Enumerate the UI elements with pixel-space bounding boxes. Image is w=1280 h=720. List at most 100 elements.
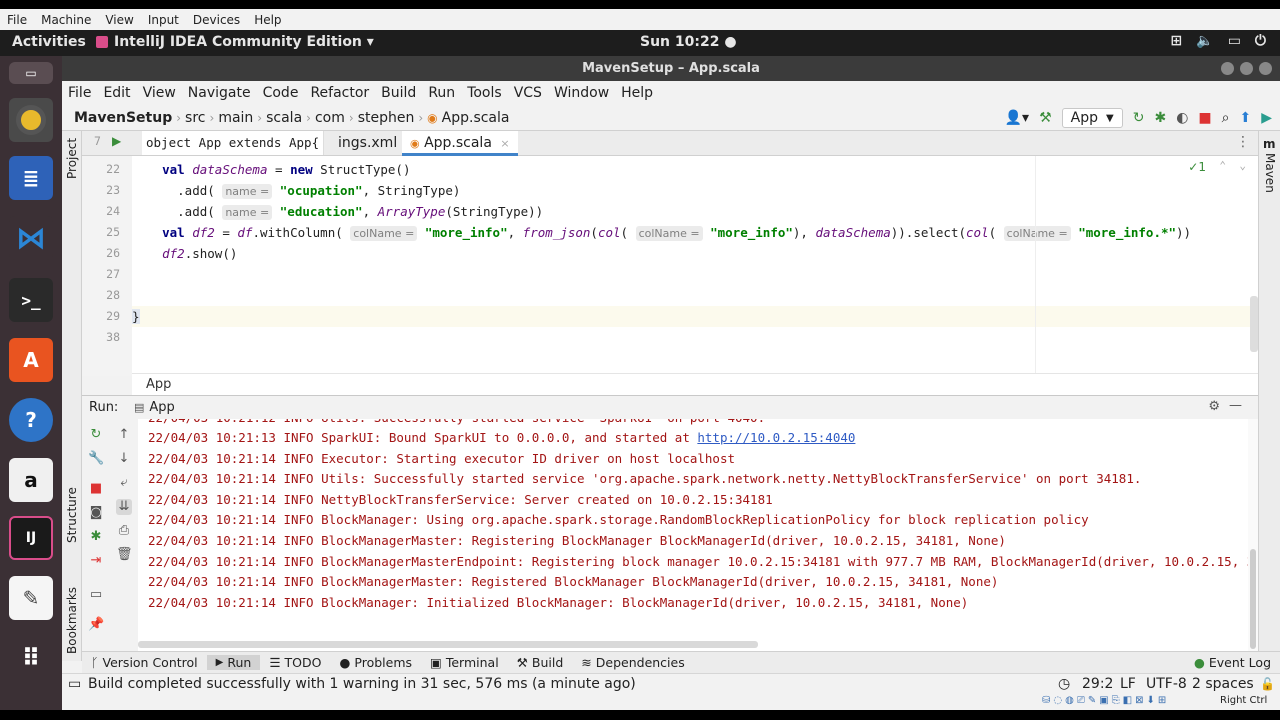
menu-file[interactable]: File	[62, 85, 97, 101]
stop-icon[interactable]: ■	[1198, 110, 1211, 126]
build-hammer-icon[interactable]: ⚒	[1039, 110, 1052, 126]
wrench-icon[interactable]: 🔧	[88, 451, 104, 467]
dock-top-icon[interactable]: ▭	[9, 62, 53, 84]
rerun-icon[interactable]: ↻	[1133, 110, 1145, 126]
minimize-icon[interactable]	[1221, 62, 1234, 75]
maximize-icon[interactable]	[1240, 62, 1253, 75]
camera-icon[interactable]: ◙	[88, 505, 104, 521]
text-editor-icon[interactable]: ✎	[9, 576, 53, 620]
vscode-icon[interactable]: ⋈	[9, 216, 53, 260]
spark-ui-link[interactable]: http://10.0.2.15:4040	[697, 430, 855, 445]
pin-icon[interactable]: 📌	[88, 617, 104, 633]
event-log-tool[interactable]: ● Event Log	[1185, 655, 1280, 670]
update-icon[interactable]: ⬆	[1239, 110, 1251, 126]
menu-edit[interactable]: Edit	[97, 85, 136, 101]
hide-icon[interactable]: —	[1229, 398, 1242, 413]
tab-app-scala[interactable]: ◉ App.scala ×	[402, 131, 518, 156]
trash-icon[interactable]: 🗑	[116, 547, 133, 563]
file-encoding[interactable]: UTF-8	[1146, 674, 1187, 695]
toggle-panel-icon[interactable]: ▭	[68, 674, 81, 695]
amazon-icon[interactable]: a	[9, 458, 53, 502]
stop-icon[interactable]: ■	[88, 481, 104, 497]
search-icon[interactable]: ⌕	[1222, 110, 1230, 126]
inspection-widget[interactable]: ✓1	[1188, 160, 1206, 174]
rhythmbox-icon[interactable]	[9, 98, 53, 142]
crumb-stephen[interactable]: stephen	[354, 110, 419, 126]
code-editor[interactable]: val dataSchema = new StructType() .add( …	[132, 156, 1258, 376]
terminal-tool[interactable]: ▣ Terminal	[421, 655, 508, 670]
breadcrumb-object[interactable]: App	[146, 377, 171, 392]
help-icon[interactable]: ?	[9, 398, 53, 442]
gear-icon[interactable]: ⚙	[1208, 399, 1220, 414]
menu-navigate[interactable]: Navigate	[182, 85, 257, 101]
vbox-menu-help[interactable]: Help	[247, 13, 288, 27]
crumb-src[interactable]: src	[181, 110, 209, 126]
run-config-selector[interactable]: App ▼	[1061, 108, 1123, 128]
crumb-scala[interactable]: scala	[262, 110, 306, 126]
maven-tool-tab[interactable]: Maven	[1263, 153, 1277, 193]
print-icon[interactable]: ⎙	[116, 523, 132, 539]
todo-tool[interactable]: ☰ TODO	[260, 655, 330, 670]
crumb-file[interactable]: App.scala	[438, 110, 514, 126]
rerun-icon[interactable]: ↻	[88, 427, 104, 443]
version-control-tool[interactable]: ᚴ Version Control	[82, 655, 207, 670]
coverage-icon[interactable]: ◐	[1176, 110, 1188, 126]
menu-help[interactable]: Help	[615, 85, 659, 101]
caret-position[interactable]: 29:2	[1082, 674, 1113, 695]
menu-tools[interactable]: Tools	[461, 85, 508, 101]
show-apps-icon[interactable]: ⠿	[9, 636, 53, 680]
arrow-down-icon[interactable]: ↓	[116, 451, 132, 467]
vbox-menu-input[interactable]: Input	[141, 13, 186, 27]
vbox-menu-view[interactable]: View	[98, 13, 140, 27]
vbox-menu-machine[interactable]: Machine	[34, 13, 98, 27]
tab-menu-icon[interactable]: ⋮	[1236, 134, 1250, 150]
menu-code[interactable]: Code	[257, 85, 305, 101]
chevron-up-icon[interactable]: ⌃	[1219, 159, 1226, 172]
console-scroll-thumb[interactable]	[1250, 549, 1256, 649]
user-icon[interactable]: 👤▾	[1005, 110, 1029, 126]
crumb-main[interactable]: main	[214, 110, 257, 126]
system-tray[interactable]: ⊞ 🔈 ▭ ⏻	[1171, 33, 1266, 49]
menu-view[interactable]: View	[137, 85, 182, 101]
debug-icon[interactable]: ✱	[1154, 110, 1166, 126]
menu-vcs[interactable]: VCS	[508, 85, 548, 101]
menu-run[interactable]: Run	[422, 85, 461, 101]
editor-scrollbar[interactable]	[1250, 296, 1258, 352]
run-console[interactable]: 22/04/03 10:21:12 INFO Utils: Successful…	[138, 419, 1248, 651]
software-center-icon[interactable]: A	[9, 338, 53, 382]
arrow-up-icon[interactable]: ↑	[116, 427, 132, 443]
chevron-down-icon[interactable]: ⌄	[1239, 159, 1246, 172]
layout-icon[interactable]: ▭	[88, 587, 104, 603]
soft-wrap-icon[interactable]: ⤶	[116, 475, 132, 491]
dependencies-tool[interactable]: ≋ Dependencies	[572, 655, 693, 670]
run-tool[interactable]: ▶ Run	[206, 655, 261, 670]
console-scrollbar[interactable]	[1248, 419, 1258, 651]
writer-icon[interactable]: ≣	[9, 156, 53, 200]
run-gutter-icon[interactable]: ▶	[112, 134, 121, 148]
bookmarks-tool-tab[interactable]: Bookmarks	[65, 587, 79, 654]
vbox-menu-devices[interactable]: Devices	[186, 13, 247, 27]
menu-refactor[interactable]: Refactor	[304, 85, 375, 101]
run-config-tab[interactable]: ▤ App	[134, 400, 175, 415]
intellij-icon[interactable]: IJ	[9, 516, 53, 560]
clock[interactable]: Sun 10:22 ●	[640, 34, 737, 50]
build-tool[interactable]: ⚒ Build	[508, 655, 573, 670]
close-icon[interactable]	[1259, 62, 1272, 75]
vbox-menu-file[interactable]: File	[0, 13, 34, 27]
crumb-com[interactable]: com	[311, 110, 349, 126]
indent-setting[interactable]: 2 spaces	[1192, 674, 1254, 695]
terminal-icon[interactable]: >_	[9, 278, 53, 322]
exit-icon[interactable]: ⇥	[88, 553, 104, 569]
sticky-scope-header[interactable]: object App extends App{	[142, 131, 325, 155]
line-separator[interactable]: LF	[1120, 674, 1136, 695]
problems-tool[interactable]: ● Problems	[330, 655, 421, 670]
plugins-icon[interactable]: ▶	[1261, 110, 1272, 126]
crumb-project[interactable]: MavenSetup	[62, 110, 176, 126]
scroll-to-end-icon[interactable]: ⇊	[116, 499, 132, 515]
status-message[interactable]: Build completed successfully with 1 warn…	[88, 674, 636, 695]
debug-icon[interactable]: ✱	[88, 529, 104, 545]
menu-window[interactable]: Window	[548, 85, 615, 101]
project-tool-tab[interactable]: Project	[65, 138, 79, 179]
menu-build[interactable]: Build	[375, 85, 422, 101]
app-menu[interactable]: IntelliJ IDEA Community Edition ▾	[96, 34, 374, 50]
